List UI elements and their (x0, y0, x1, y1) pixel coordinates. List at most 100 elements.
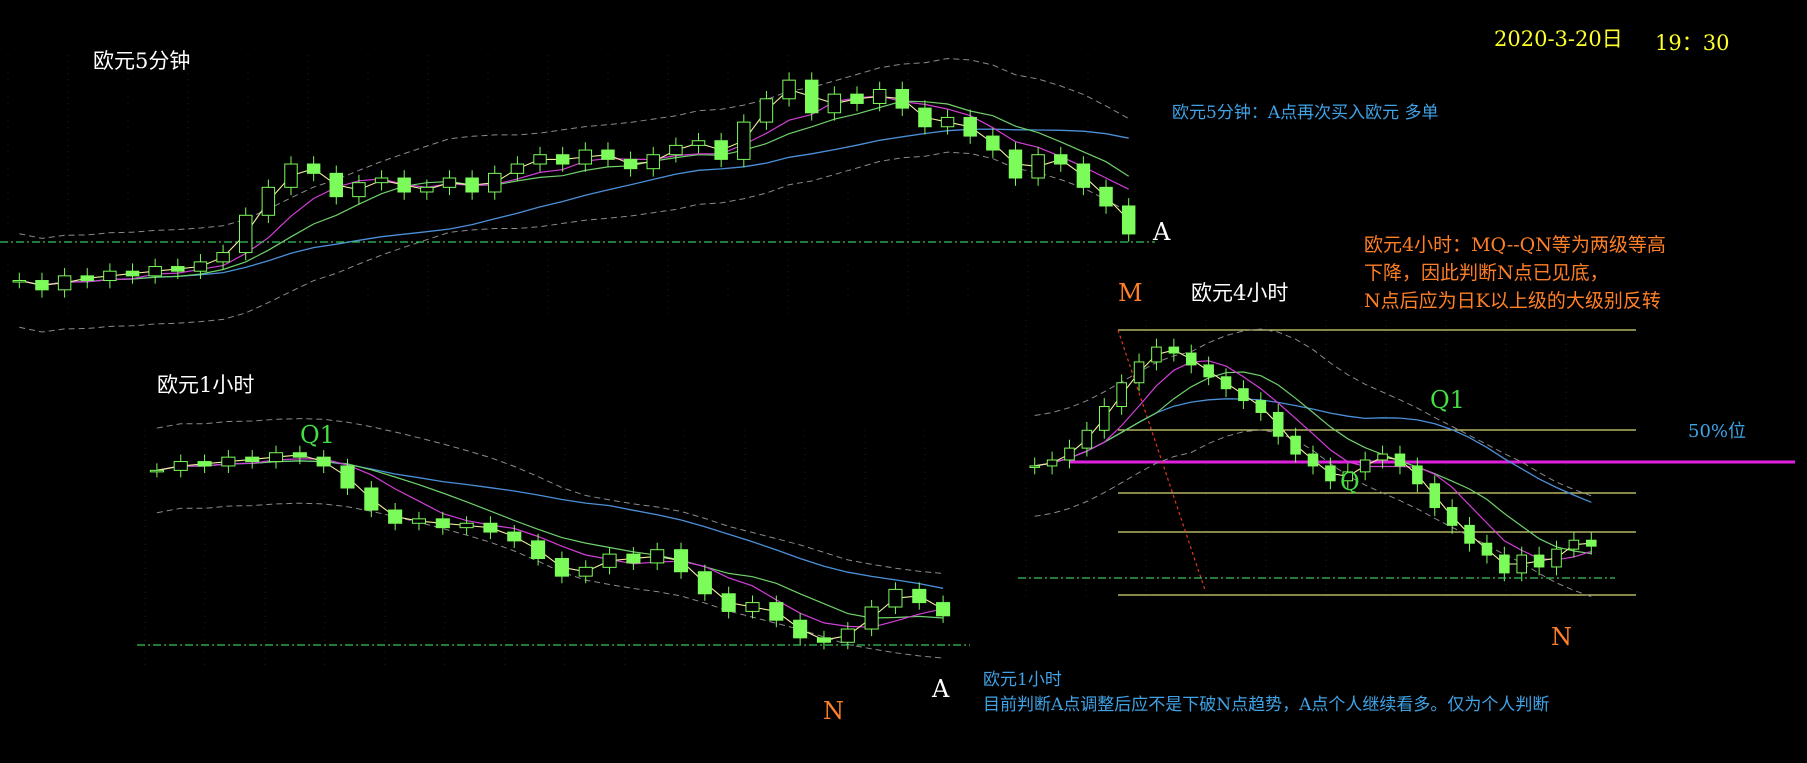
candle (1516, 554, 1528, 574)
candle (435, 518, 450, 529)
date-label: 2020-3-20日 (1494, 27, 1623, 51)
upper-band (156, 418, 944, 574)
note-4h-line1: 欧元4小时：MQ--QN等为两级等高 (1364, 234, 1666, 256)
candle (459, 522, 474, 529)
candle (148, 266, 162, 277)
candle (602, 553, 617, 568)
candle (1099, 186, 1113, 207)
candle (1220, 376, 1232, 390)
candle (963, 116, 977, 137)
lower-band (156, 502, 944, 659)
ma-fast-line (19, 88, 1130, 286)
candle (531, 540, 546, 560)
candle (872, 88, 887, 104)
ma-fast-line (156, 454, 944, 641)
point-n-1h: N (823, 697, 844, 725)
candle (216, 252, 230, 263)
ma-long-line (19, 128, 1129, 286)
candle (1481, 542, 1493, 556)
candle (691, 140, 706, 146)
candle (488, 172, 502, 193)
candle (578, 566, 593, 577)
candle (388, 509, 403, 524)
candle (316, 456, 331, 467)
candle (1064, 447, 1075, 461)
candle (714, 140, 728, 160)
candle (646, 154, 660, 170)
candle (80, 275, 94, 282)
candle (626, 553, 641, 564)
candle (737, 121, 751, 160)
candle (769, 602, 784, 621)
candle (1238, 388, 1249, 402)
candle (697, 571, 712, 595)
candle (397, 177, 411, 193)
candle (35, 280, 49, 291)
note-4h-line2: 下降，因此判断N点已见底， (1364, 262, 1609, 284)
trend-line (1117, 329, 1206, 591)
candle (340, 465, 355, 489)
candle (850, 93, 864, 104)
candle (1046, 459, 1058, 467)
point-q1-1h: Q1 (300, 421, 335, 449)
candle (533, 154, 547, 165)
candle (623, 158, 638, 170)
candle (793, 619, 808, 639)
candle (1151, 346, 1162, 363)
chart-canvas: 2020-3-20日 19：30 欧元5分钟 欧元5分钟：A点再次买入欧元 多单… (0, 0, 1807, 763)
ma-slow-line (19, 100, 1130, 286)
candle (1586, 539, 1597, 547)
candle (1185, 352, 1197, 366)
ma-mid-line (19, 95, 1129, 286)
candle (197, 461, 212, 467)
panel-title-1h: 欧元1小时 (157, 373, 255, 397)
candle (745, 602, 760, 612)
candle (1098, 406, 1110, 431)
ma-mid-line (156, 458, 944, 628)
candle (1551, 548, 1562, 568)
point-q-4h: Q (1340, 468, 1360, 496)
point-a-5min: A (1153, 218, 1171, 246)
candle (827, 93, 842, 114)
candle (840, 628, 855, 643)
candle (1568, 539, 1580, 550)
candle (1116, 382, 1127, 408)
candle (936, 602, 951, 617)
panel-title-5min: 欧元5分钟 (93, 49, 191, 73)
candle (1168, 346, 1180, 354)
candle (1133, 361, 1145, 384)
candle (221, 456, 236, 467)
upper-band (19, 57, 1129, 239)
candle (1307, 453, 1319, 467)
candle (284, 163, 298, 188)
charts-svg (0, 55, 1795, 665)
candle (245, 456, 260, 463)
candle (465, 177, 479, 193)
point-a-1h: A (932, 675, 950, 703)
candle (364, 487, 379, 511)
candle (1499, 554, 1510, 574)
candle (173, 461, 188, 471)
note-5min: 欧元5分钟：A点再次买入欧元 多单 (1172, 103, 1439, 123)
candle (374, 177, 389, 184)
candle (1377, 453, 1388, 461)
candle (864, 606, 879, 630)
ma-long-line (156, 460, 944, 589)
candle (1464, 524, 1475, 544)
candle (1325, 465, 1336, 482)
candle (940, 116, 955, 128)
candle (411, 518, 427, 524)
candle (601, 149, 615, 160)
candle (578, 149, 593, 165)
candle (125, 270, 140, 277)
candle (1031, 154, 1045, 179)
ma-slow-line (156, 460, 944, 619)
candle (895, 88, 910, 109)
note-4h-line3: N点后应为日K以上级的大级别反转 (1364, 290, 1661, 312)
candle (1533, 554, 1545, 568)
candle (1429, 483, 1441, 509)
candle (782, 79, 796, 100)
candle (238, 214, 253, 254)
candle (721, 593, 736, 612)
note-1h-title: 欧元1小时 (983, 670, 1062, 690)
